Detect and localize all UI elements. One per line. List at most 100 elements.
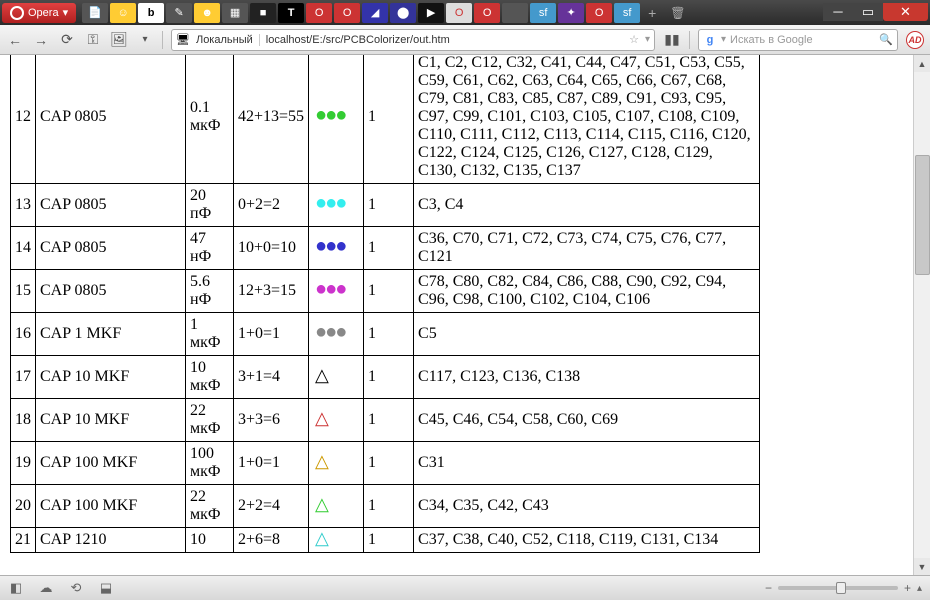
maximize-button[interactable]: ▭ [853, 3, 883, 21]
table-row: 18CAP 10 MKF22 мкФ3+3=6△1C45, C46, C54, … [11, 399, 760, 442]
zoom-slider[interactable] [778, 586, 898, 590]
cell-value: 1 мкФ [186, 313, 234, 356]
opera-menu-button[interactable]: Opera ▾ [2, 3, 76, 23]
tab[interactable]: ▦ [222, 3, 248, 23]
address-bar[interactable]: 🖥 Локальный localhost/E:/src/PCBColorize… [171, 29, 655, 51]
search-icon[interactable]: 🔍 [879, 33, 893, 46]
address-url: localhost/E:/src/PCBColorizer/out.htm [259, 34, 623, 46]
cell-mark: △ [309, 399, 364, 442]
cloud-icon[interactable]: ☁ [38, 580, 54, 596]
statusbar: ◧ ☁ ⟲ ⬓ − + ▴ [0, 575, 930, 600]
cell-mark: △ [309, 485, 364, 528]
close-button[interactable]: ✕ [883, 3, 928, 21]
scroll-down-button[interactable]: ▼ [914, 558, 930, 575]
table-row: 15CAP 08055.6 нФ12+3=15●●●1C78, C80, C82… [11, 270, 760, 313]
cell-value: 22 мкФ [186, 399, 234, 442]
cell-qty: 1+0=1 [234, 313, 309, 356]
cell-pattern: CAP 0805 [36, 227, 186, 270]
tab[interactable]: ■ [250, 3, 276, 23]
tab[interactable]: ▶ [418, 3, 444, 23]
cell-pattern: CAP 10 MKF [36, 356, 186, 399]
tab[interactable]: ⬤ [390, 3, 416, 23]
reload-button[interactable]: ⟳ [58, 31, 76, 49]
vertical-scrollbar[interactable]: ▲ ▼ [913, 55, 930, 575]
chevron-up-icon[interactable]: ▴ [917, 583, 922, 594]
cell-ext: 1 [364, 356, 414, 399]
cell-ext: 1 [364, 313, 414, 356]
tab[interactable]: ✎ [166, 3, 192, 23]
tab[interactable] [502, 3, 528, 23]
cell-num: 18 [11, 399, 36, 442]
cell-mark: △ [309, 442, 364, 485]
tab[interactable]: ✦ [558, 3, 584, 23]
tab[interactable]: O [306, 3, 332, 23]
back-button[interactable]: ← [6, 31, 24, 49]
downloads-icon[interactable]: ⬓ [98, 580, 114, 596]
separator [689, 31, 690, 49]
minimize-button[interactable]: ─ [823, 3, 853, 21]
tab[interactable]: ☺ [110, 3, 136, 23]
forward-button[interactable]: → [32, 31, 50, 49]
table-row: 17CAP 10 MKF10 мкФ3+1=4△1C117, C123, C13… [11, 356, 760, 399]
cell-refs: C34, C35, C42, C43 [414, 485, 760, 528]
tab[interactable]: ◢ [362, 3, 388, 23]
cell-pattern: CAP 0805 [36, 55, 186, 184]
cell-ext: 1 [364, 442, 414, 485]
tab[interactable]: O [586, 3, 612, 23]
cell-num: 19 [11, 442, 36, 485]
cell-num: 14 [11, 227, 36, 270]
zoom-out-button[interactable]: − [765, 581, 772, 595]
chevron-down-icon[interactable]: ▾ [136, 31, 154, 49]
new-tab-button[interactable]: + [642, 5, 662, 21]
parts-table: мкФ 12CAP 08050.1 мкФ42+13=55●●●1C1, C2,… [10, 55, 760, 553]
cell-mark: ●●● [309, 270, 364, 313]
zoom-in-button[interactable]: + [904, 581, 911, 595]
tab[interactable]: sf [614, 3, 640, 23]
tab[interactable]: ☻ [194, 3, 220, 23]
cell-refs: C37, C38, C40, C52, C118, C119, C131, C1… [414, 528, 760, 553]
tab-active[interactable]: O [446, 3, 472, 23]
cell-ext: 1 [364, 55, 414, 184]
scroll-up-button[interactable]: ▲ [914, 55, 930, 72]
cell-ext: 1 [364, 485, 414, 528]
toolbar: ← → ⟳ ⚿ 🖼 ▾ 🖥 Локальный localhost/E:/src… [0, 25, 930, 55]
window-controls: ─ ▭ ✕ [823, 3, 928, 23]
cell-value: 22 мкФ [186, 485, 234, 528]
page-content: мкФ 12CAP 08050.1 мкФ42+13=55●●●1C1, C2,… [0, 55, 913, 575]
cell-refs: C36, C70, C71, C72, C73, C74, C75, C76, … [414, 227, 760, 270]
chevron-down-icon[interactable]: ▾ [645, 34, 650, 45]
gallery-icon[interactable]: 🖼 [110, 31, 128, 49]
cell-value: 20 пФ [186, 184, 234, 227]
tab[interactable]: b [138, 3, 164, 23]
cell-num: 13 [11, 184, 36, 227]
cell-qty: 2+2=4 [234, 485, 309, 528]
cell-mark: △ [309, 528, 364, 553]
zoom-thumb[interactable] [836, 582, 846, 594]
cell-mark: ●●● [309, 55, 364, 184]
tab[interactable]: T [278, 3, 304, 23]
cell-num: 20 [11, 485, 36, 528]
tab[interactable]: O [474, 3, 500, 23]
chevron-down-icon[interactable]: ▾ [721, 34, 726, 45]
scroll-thumb[interactable] [915, 155, 930, 275]
cell-qty: 1+0=1 [234, 442, 309, 485]
tab[interactable]: 📄 [82, 3, 108, 23]
sync-icon[interactable]: ⟲ [68, 580, 84, 596]
panel-icon[interactable]: ◧ [8, 580, 24, 596]
camera-icon[interactable]: ▮▮ [663, 31, 681, 49]
adblock-icon[interactable]: AD [906, 31, 924, 49]
cell-value: 100 мкФ [186, 442, 234, 485]
password-icon[interactable]: ⚿ [84, 31, 102, 49]
table-row: 14CAP 080547 нФ10+0=10●●●1C36, C70, C71,… [11, 227, 760, 270]
tab[interactable]: sf [530, 3, 556, 23]
cell-pattern: CAP 0805 [36, 270, 186, 313]
cell-refs: C78, C80, C82, C84, C86, C88, C90, C92, … [414, 270, 760, 313]
cell-refs: C1, C2, C12, C32, C41, C44, C47, C51, C5… [414, 55, 760, 184]
closed-tabs-button[interactable]: 🗑 [664, 6, 691, 20]
cell-refs: C31 [414, 442, 760, 485]
search-box[interactable]: g ▾ Искать в Google 🔍 [698, 29, 898, 51]
tab[interactable]: O [334, 3, 360, 23]
table-row: 20CAP 100 MKF22 мкФ2+2=4△1C34, C35, C42,… [11, 485, 760, 528]
bookmark-star-icon[interactable]: ☆ [629, 33, 639, 46]
cell-mark: △ [309, 356, 364, 399]
